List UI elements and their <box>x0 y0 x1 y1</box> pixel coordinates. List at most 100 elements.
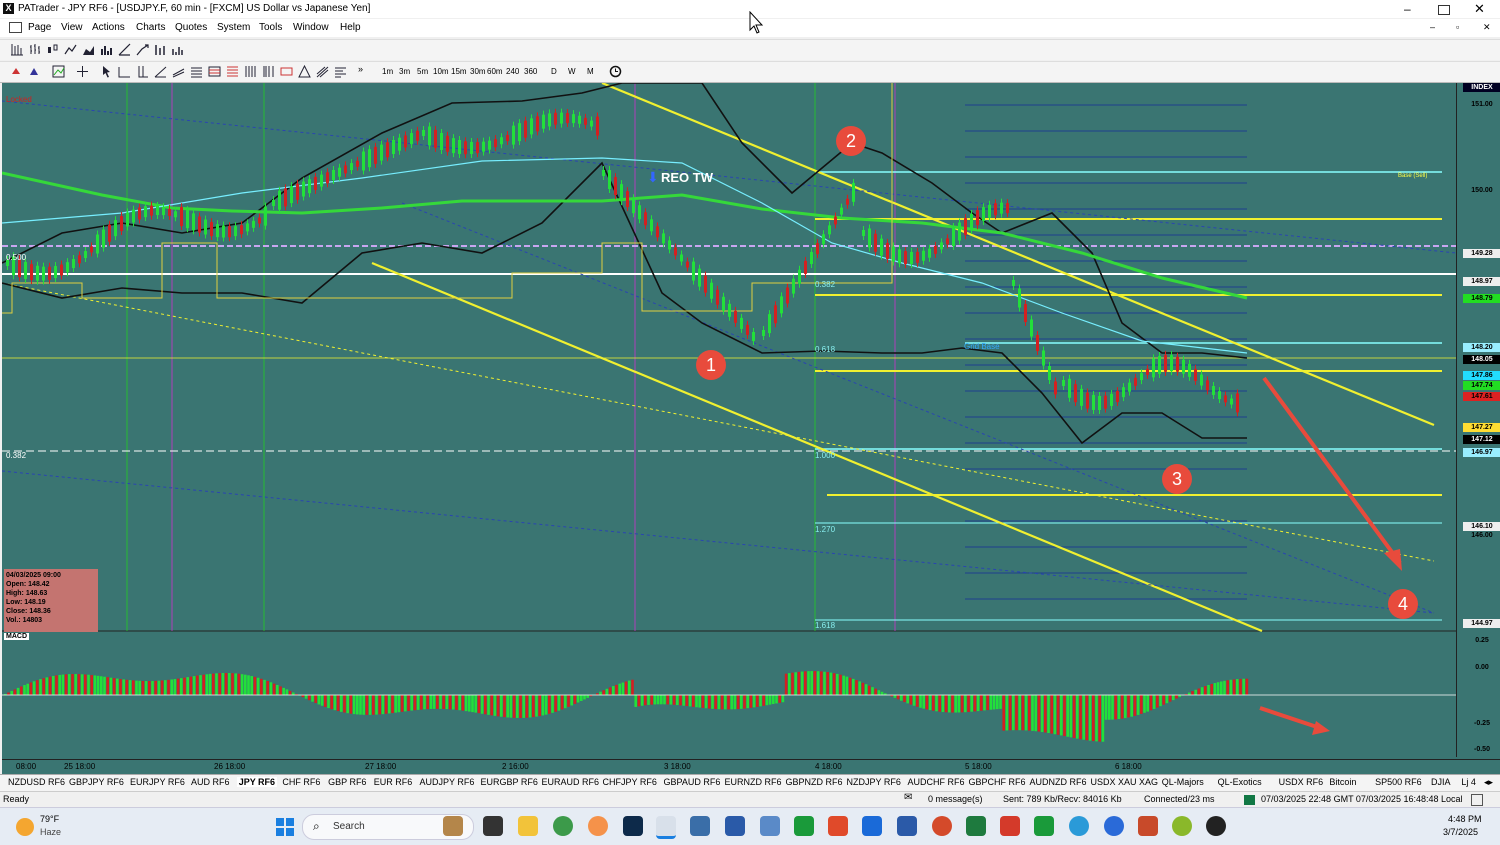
task-view-icon[interactable] <box>483 816 503 836</box>
menu-quotes[interactable]: Quotes <box>175 22 207 33</box>
mail-icon[interactable]: ✉ <box>904 792 912 803</box>
tf-weekly[interactable]: W <box>568 67 576 76</box>
menu-system[interactable]: System <box>217 22 250 33</box>
tf-1m[interactable]: 1m <box>382 67 393 76</box>
menu-page[interactable]: Page <box>28 22 51 33</box>
fib-extension-icon[interactable] <box>226 65 239 78</box>
chrome-icon[interactable] <box>553 816 573 836</box>
tf-30m[interactable]: 30m <box>470 67 486 76</box>
menu-view[interactable]: View <box>61 22 83 33</box>
close-button[interactable]: ✕ <box>1474 1 1485 17</box>
minimize-button[interactable]: – <box>1404 2 1418 16</box>
menu-help[interactable]: Help <box>340 22 361 33</box>
briefcase-icon[interactable] <box>443 816 463 836</box>
chart-area[interactable]: Locked 0.500 0.382 0.382 0.618 1.000 1.2… <box>2 83 1500 773</box>
tf-360[interactable]: 360 <box>524 67 537 76</box>
chart-app-icon[interactable] <box>794 816 814 836</box>
symbol-tab[interactable]: NZDUSD RF6 <box>8 777 65 787</box>
red-app-icon[interactable] <box>1000 816 1020 836</box>
gann-icon[interactable] <box>244 65 257 78</box>
symbol-tab[interactable]: Bitcoin <box>1329 777 1356 787</box>
green-app-icon[interactable] <box>1034 816 1054 836</box>
media-player-icon[interactable] <box>1206 816 1226 836</box>
fc-app-icon[interactable] <box>623 816 643 836</box>
symbol-tab[interactable]: GBPCHF RF6 <box>969 777 1026 787</box>
tf-15m[interactable]: 15m <box>451 67 467 76</box>
telegram-icon[interactable] <box>1069 816 1089 836</box>
tf-60m[interactable]: 60m <box>487 67 503 76</box>
clock-icon[interactable] <box>609 65 622 78</box>
bull-bear-icon[interactable] <box>10 65 23 78</box>
area-chart-icon[interactable] <box>82 43 95 56</box>
symbol-tab[interactable]: EURNZD RF6 <box>725 777 782 787</box>
maximize-button[interactable] <box>1438 5 1450 15</box>
mdi-minimize-button[interactable]: – <box>1430 22 1435 32</box>
crosshair-icon[interactable] <box>76 65 89 78</box>
trendline-icon[interactable] <box>154 65 167 78</box>
histogram-icon[interactable] <box>100 43 113 56</box>
symbol-tab[interactable]: QL-Exotics <box>1218 777 1262 787</box>
w-app-icon[interactable] <box>1172 816 1192 836</box>
tf-10m[interactable]: 10m <box>433 67 449 76</box>
symbol-tab[interactable]: SP500 RF6 <box>1375 777 1422 787</box>
toolbox-icon[interactable] <box>1138 816 1158 836</box>
fibonacci-icon[interactable] <box>190 65 203 78</box>
windows-start-icon[interactable] <box>275 817 295 837</box>
resize-grip-icon[interactable] <box>1471 794 1483 806</box>
toolbar-overflow-icon[interactable]: » <box>358 64 363 74</box>
pointer-icon[interactable] <box>100 65 113 78</box>
symbol-tab[interactable]: EURJPY RF6 <box>130 777 185 787</box>
mdi-close-button[interactable]: ✕ <box>1483 22 1491 33</box>
alert-icon[interactable] <box>28 65 41 78</box>
tab-scroll-icon[interactable]: ◂▸ <box>1484 777 1493 788</box>
fib-retracement-icon[interactable] <box>208 65 221 78</box>
symbol-tab[interactable]: AUDNZD RF6 <box>1030 777 1087 787</box>
bar-chart-icon[interactable] <box>10 43 23 56</box>
tf-240[interactable]: 240 <box>506 67 519 76</box>
trend-chart-icon[interactable] <box>118 43 131 56</box>
tf-monthly[interactable]: M <box>587 67 594 76</box>
symbol-tab[interactable]: GBP RF6 <box>328 777 366 787</box>
mdi-restore-button[interactable]: ▫ <box>1456 22 1459 32</box>
menu-actions[interactable]: Actions <box>92 22 125 33</box>
patrader-icon[interactable] <box>656 816 676 839</box>
triangle-icon[interactable] <box>298 65 311 78</box>
horizontal-line-icon[interactable] <box>118 65 131 78</box>
weather-icon[interactable] <box>16 818 34 836</box>
pitchfork-icon[interactable] <box>316 65 329 78</box>
symbol-tab[interactable]: AUDJPY RF6 <box>420 777 475 787</box>
symbol-tab[interactable]: EURAUD RF6 <box>542 777 600 787</box>
symbol-tab[interactable]: NZDJPY RF6 <box>847 777 901 787</box>
chart-menu-icon[interactable] <box>9 22 22 33</box>
s-blue-app-icon[interactable] <box>862 816 882 836</box>
text-tool-icon[interactable] <box>334 65 347 78</box>
cycle-lines-icon[interactable] <box>262 65 275 78</box>
symbol-tab[interactable]: CHF RF6 <box>282 777 320 787</box>
menu-charts[interactable]: Charts <box>136 22 165 33</box>
multi-bar-icon[interactable] <box>154 43 167 56</box>
zoom-icon[interactable] <box>1104 816 1124 836</box>
s-app-icon[interactable] <box>828 816 848 836</box>
word-icon[interactable] <box>897 816 917 836</box>
symbol-tab[interactable]: CHFJPY RF6 <box>603 777 657 787</box>
menu-tools[interactable]: Tools <box>259 22 282 33</box>
symbol-tab[interactable]: EUR RF6 <box>374 777 413 787</box>
tf-daily[interactable]: D <box>551 67 557 76</box>
symbol-tab[interactable]: AUDCHF RF6 <box>908 777 965 787</box>
app-icon-orange[interactable] <box>588 816 608 836</box>
calculator-icon[interactable] <box>690 816 710 836</box>
symbol-tab[interactable]: JPY RF6 <box>237 777 277 787</box>
symbol-tab[interactable]: AUD RF6 <box>191 777 230 787</box>
notes-icon[interactable] <box>725 816 745 836</box>
growth-chart-icon[interactable] <box>136 43 149 56</box>
symbol-tab[interactable]: GBPNZD RF6 <box>786 777 843 787</box>
tf-3m[interactable]: 3m <box>399 67 410 76</box>
symbol-tab[interactable]: Lj 4 <box>1461 777 1476 787</box>
line-chart-icon[interactable] <box>64 43 77 56</box>
price-chart[interactable] <box>2 83 1500 773</box>
excel-icon[interactable] <box>966 816 986 836</box>
candle-chart-icon[interactable] <box>46 43 59 56</box>
vertical-line-icon[interactable] <box>136 65 149 78</box>
file-explorer-icon[interactable] <box>518 816 538 836</box>
symbol-tab[interactable]: DJIA <box>1431 777 1451 787</box>
